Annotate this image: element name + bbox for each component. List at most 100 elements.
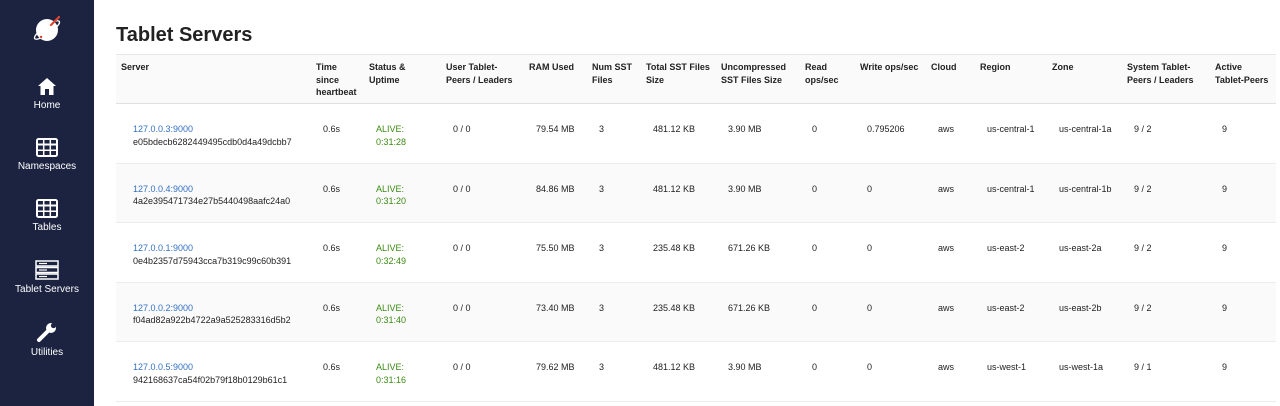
column-header-ram[interactable]: RAM Used xyxy=(524,55,587,104)
sst-files-cell: 3 xyxy=(599,302,605,313)
uptime-text: 0:31:40 xyxy=(376,315,407,325)
uncompressed-cell: 3.90 MB xyxy=(728,124,762,134)
status-text: ALIVE: xyxy=(376,243,405,253)
region-cell: us-central-1 xyxy=(987,124,1035,134)
column-header-cloud[interactable]: Cloud xyxy=(926,55,975,104)
column-header-uncompressed[interactable]: Uncompressed SST Files Size xyxy=(716,55,800,104)
server-link[interactable]: 127.0.0.2:9000 xyxy=(133,302,307,315)
column-header-heartbeat[interactable]: Time since heartbeat xyxy=(311,55,364,104)
cloud-cell: aws xyxy=(938,302,955,313)
sst-size-cell: 481.12 KB xyxy=(653,183,696,194)
server-link[interactable]: 127.0.0.4:9000 xyxy=(133,183,307,196)
sidebar-item-label: Tablet Servers xyxy=(15,284,79,295)
sidebar-item-namespaces[interactable]: Namespaces xyxy=(0,138,94,172)
active-peers-cell: 9 xyxy=(1222,124,1228,134)
sidebar-item-home[interactable]: Home xyxy=(0,77,94,111)
region-cell: us-east-2 xyxy=(987,243,1025,253)
status-text: ALIVE: xyxy=(376,183,405,194)
read-ops-cell: 0 xyxy=(812,362,818,372)
ram-cell: 79.54 MB xyxy=(536,124,575,134)
server-uuid: 942168637ca54f02b79f18b0129b61c1 xyxy=(133,374,288,385)
server-uuid: e05bdecb6282449495cdb0d4a49dcbb7 xyxy=(133,136,292,147)
server-uuid: 4a2e395471734e27b5440498aafc24a0 xyxy=(133,196,291,206)
heartbeat-cell: 0.6s xyxy=(323,362,341,372)
uptime-text: 0:31:16 xyxy=(376,374,407,385)
status-text: ALIVE: xyxy=(376,302,405,313)
heartbeat-cell: 0.6s xyxy=(323,243,341,253)
cloud-cell: aws xyxy=(938,124,955,134)
sidebar-item-utilities[interactable]: Utilities xyxy=(0,321,94,358)
sst-files-cell: 3 xyxy=(599,183,605,194)
system-peers-cell: 9 / 2 xyxy=(1134,243,1152,253)
cloud-cell: aws xyxy=(938,362,955,372)
column-header-sst-size[interactable]: Total SST Files Size xyxy=(641,55,716,104)
heartbeat-cell: 0.6s xyxy=(323,183,341,194)
sidebar-item-tablet-servers[interactable]: Tablet Servers xyxy=(0,260,94,295)
user-peers-cell: 0 / 0 xyxy=(453,124,471,134)
server-stack-icon xyxy=(35,260,59,280)
server-uuid: f04ad82a922b4722a9a525283316d5b2 xyxy=(133,315,291,325)
column-header-write-ops[interactable]: Write ops/sec xyxy=(855,55,926,104)
server-link[interactable]: 127.0.0.3:9000 xyxy=(133,123,307,136)
active-peers-cell: 9 xyxy=(1222,362,1228,372)
column-header-region[interactable]: Region xyxy=(975,55,1047,104)
active-peers-cell: 9 xyxy=(1222,183,1228,194)
column-header-status[interactable]: Status & Uptime xyxy=(364,55,441,104)
uptime-text: 0:31:28 xyxy=(376,136,407,147)
uncompressed-cell: 3.90 MB xyxy=(728,362,762,372)
status-cell: ALIVE: 0:31:16 xyxy=(364,342,441,402)
uncompressed-cell: 671.26 KB xyxy=(728,243,771,253)
active-peers-cell: 9 xyxy=(1222,302,1228,313)
read-ops-cell: 0 xyxy=(812,183,818,194)
ram-cell: 73.40 MB xyxy=(536,302,575,313)
sidebar-item-label: Tables xyxy=(32,222,62,233)
zone-cell: us-west-1a xyxy=(1059,362,1104,372)
system-peers-cell: 9 / 2 xyxy=(1134,302,1152,313)
write-ops-cell: 0.795206 xyxy=(867,124,905,134)
table-row: 127.0.0.1:9000 0e4b2357d75943cca7b319c99c… xyxy=(116,223,1276,283)
column-header-server[interactable]: Server xyxy=(116,55,311,104)
status-cell: ALIVE: 0:31:28 xyxy=(364,104,441,164)
read-ops-cell: 0 xyxy=(812,302,818,313)
status-text: ALIVE: xyxy=(376,124,405,134)
server-link[interactable]: 127.0.0.1:9000 xyxy=(133,242,307,255)
status-text: ALIVE: xyxy=(376,362,405,372)
logo-icon[interactable] xyxy=(32,14,62,44)
zone-cell: us-east-2a xyxy=(1059,243,1102,253)
main-content: Tablet Servers Server Time since heartbe… xyxy=(94,0,1280,406)
column-header-user-peers[interactable]: User Tablet-Peers / Leaders xyxy=(441,55,524,104)
sidebar-item-label: Namespaces xyxy=(17,161,77,172)
column-header-read-ops[interactable]: Read ops/sec xyxy=(800,55,855,104)
sst-size-cell: 235.48 KB xyxy=(653,302,696,313)
column-header-active-peers[interactable]: Active Tablet-Peers xyxy=(1210,55,1276,104)
table-row: 127.0.0.3:9000 e05bdecb6282449495cdb0d4a4… xyxy=(116,104,1276,164)
server-cell: 127.0.0.3:9000 e05bdecb6282449495cdb0d4a4… xyxy=(116,104,311,164)
uptime-text: 0:32:49 xyxy=(376,255,407,266)
user-peers-cell: 0 / 0 xyxy=(453,183,471,194)
user-peers-cell: 0 / 0 xyxy=(453,302,471,313)
status-cell: ALIVE: 0:32:49 xyxy=(364,223,441,283)
user-peers-cell: 0 / 0 xyxy=(453,362,471,372)
column-header-system-peers[interactable]: System Tablet-Peers / Leaders xyxy=(1122,55,1210,104)
ram-cell: 75.50 MB xyxy=(536,243,575,253)
sidebar: Home Namespaces Tables Tablet Servers Ut… xyxy=(0,0,94,406)
column-header-sst-files[interactable]: Num SST Files xyxy=(587,55,641,104)
write-ops-cell: 0 xyxy=(867,362,873,372)
sst-size-cell: 481.12 KB xyxy=(653,124,696,134)
server-cell: 127.0.0.1:9000 0e4b2357d75943cca7b319c99c… xyxy=(116,223,311,283)
table-row: 127.0.0.5:9000 942168637ca54f02b79f18b012… xyxy=(116,342,1276,402)
ram-cell: 84.86 MB xyxy=(536,183,575,194)
grid-icon xyxy=(36,138,58,157)
zone-cell: us-east-2b xyxy=(1059,302,1102,313)
zone-cell: us-central-1b xyxy=(1059,183,1112,194)
server-cell: 127.0.0.4:9000 4a2e395471734e27b5440498aa… xyxy=(116,163,311,223)
server-link[interactable]: 127.0.0.5:9000 xyxy=(133,361,307,374)
sidebar-item-tables[interactable]: Tables xyxy=(0,199,94,233)
region-cell: us-central-1 xyxy=(987,183,1035,194)
system-peers-cell: 9 / 1 xyxy=(1134,362,1152,372)
sidebar-item-label: Utilities xyxy=(30,347,64,358)
sst-size-cell: 235.48 KB xyxy=(653,243,696,253)
table-header-row: Server Time since heartbeat Status & Upt… xyxy=(116,54,1276,104)
heartbeat-cell: 0.6s xyxy=(323,302,341,313)
column-header-zone[interactable]: Zone xyxy=(1047,55,1122,104)
